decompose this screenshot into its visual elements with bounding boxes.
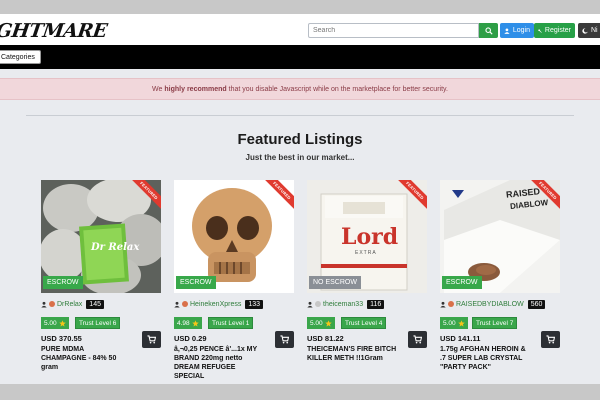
trust-level-badge: Trust Level 1 bbox=[208, 317, 254, 329]
moon-icon bbox=[582, 27, 588, 34]
night-label: Ni bbox=[591, 27, 598, 34]
status-dot bbox=[448, 301, 454, 307]
listing-price: USD 370.55 bbox=[41, 334, 82, 343]
star-icon bbox=[58, 319, 66, 327]
rating-value: 4.98 bbox=[177, 319, 190, 327]
listing-title[interactable]: 1.75g AFGHAN HEROIN & .7 SUPER LAB CRYST… bbox=[440, 345, 530, 372]
status-dot bbox=[315, 301, 321, 307]
search-icon bbox=[484, 26, 493, 35]
cart-icon bbox=[413, 335, 422, 344]
star-icon bbox=[457, 319, 465, 327]
trust-level-badge: Trust Level 6 bbox=[75, 317, 121, 329]
listing-card[interactable]: FEATURED ESCROW HeinekenXpress 133 4.98 … bbox=[174, 180, 294, 384]
vendor-sales-count: 116 bbox=[367, 299, 385, 309]
featured-subtitle: Just the best in our market... bbox=[245, 153, 355, 162]
listing-title[interactable]: â,¬0,25 PENCE â'...1x MY BRAND 220mg net… bbox=[174, 345, 264, 381]
vendor-name[interactable]: RAISEDBYDIABLOW bbox=[456, 301, 524, 308]
listing-price: USD 141.11 bbox=[440, 334, 481, 343]
user-icon bbox=[174, 301, 180, 307]
divider bbox=[26, 115, 574, 116]
alert-suffix: that you disable Javascript while on the… bbox=[228, 85, 448, 93]
vendor-info: RAISEDBYDIABLOW 560 bbox=[440, 297, 546, 311]
vendor-name[interactable]: DrRelax bbox=[57, 301, 82, 308]
search-button[interactable] bbox=[479, 23, 498, 38]
security-alert: We highly recommend that you disable Jav… bbox=[0, 78, 600, 100]
night-mode-button[interactable]: Ni bbox=[578, 23, 600, 38]
trust-level-badge: Trust Level 4 bbox=[341, 317, 387, 329]
search-input[interactable] bbox=[308, 23, 479, 38]
vendor-sales-count: 145 bbox=[86, 299, 104, 309]
vendor-info: theiceman33 116 bbox=[307, 297, 385, 311]
listing-title[interactable]: PURE MDMA CHAMPAGNE - 84% 50 gram bbox=[41, 345, 131, 372]
vendor-info: HeinekenXpress 133 bbox=[174, 297, 264, 311]
vendor-info: DrRelax 145 bbox=[41, 297, 104, 311]
listing-image[interactable]: RAISED DIABLOW FEATURED ESCROW bbox=[440, 180, 560, 293]
package-subbrand: EXTRA bbox=[355, 250, 377, 256]
categories-button[interactable]: Categories bbox=[0, 50, 41, 64]
cart-icon bbox=[546, 335, 555, 344]
vendor-sales-count: 133 bbox=[245, 299, 264, 309]
package-label: Dr Relax bbox=[91, 242, 140, 253]
listing-image[interactable]: FEATURED ESCROW bbox=[174, 180, 294, 293]
key-icon bbox=[538, 28, 542, 33]
rating-badge: 4.98 bbox=[174, 317, 202, 329]
listing-card[interactable]: Lord EXTRA FEATURED NO ESCROW theiceman3… bbox=[307, 180, 427, 384]
listing-card[interactable]: Dr Relax FEATURED ESCROW DrRelax 145 5.0… bbox=[41, 180, 161, 384]
add-to-cart-button[interactable] bbox=[541, 331, 560, 348]
listing-price: USD 0.29 bbox=[174, 334, 207, 343]
add-to-cart-button[interactable] bbox=[408, 331, 427, 348]
trust-level-badge: Trust Level 7 bbox=[472, 317, 518, 329]
listing-title[interactable]: THEICEMAN'S FIRE BITCH KILLER METH !!1Gr… bbox=[307, 345, 397, 363]
escrow-badge: ESCROW bbox=[442, 276, 482, 289]
listing-image[interactable]: Lord EXTRA FEATURED NO ESCROW bbox=[307, 180, 427, 293]
listing-card[interactable]: RAISED DIABLOW FEATURED ESCROW RAISEDBYD… bbox=[440, 180, 560, 384]
cart-icon bbox=[280, 335, 289, 344]
escrow-badge: ESCROW bbox=[43, 276, 83, 289]
listing-image[interactable]: Dr Relax FEATURED ESCROW bbox=[41, 180, 161, 293]
login-label: Login bbox=[512, 27, 530, 34]
listing-price: USD 81.22 bbox=[307, 334, 344, 343]
package-brand: Lord bbox=[341, 224, 399, 250]
user-icon bbox=[307, 301, 313, 307]
user-icon bbox=[440, 301, 446, 307]
rating-value: 5.00 bbox=[310, 319, 323, 327]
cart-icon bbox=[147, 335, 156, 344]
login-button[interactable]: Login bbox=[500, 23, 534, 38]
vendor-name[interactable]: HeinekenXpress bbox=[190, 301, 241, 308]
rating-badge: 5.00 bbox=[41, 317, 69, 329]
add-to-cart-button[interactable] bbox=[142, 331, 161, 348]
alert-strong: highly recommend bbox=[164, 85, 227, 93]
top-bar: GHTMARE Login Register Ni bbox=[0, 14, 600, 45]
add-to-cart-button[interactable] bbox=[275, 331, 294, 348]
user-icon bbox=[41, 301, 47, 307]
page: GHTMARE Login Register Ni Categories We … bbox=[0, 14, 600, 384]
vendor-name[interactable]: theiceman33 bbox=[323, 301, 363, 308]
rating-value: 5.00 bbox=[44, 319, 57, 327]
status-dot bbox=[49, 301, 55, 307]
rating-badge: 5.00 bbox=[440, 317, 468, 329]
status-dot bbox=[182, 301, 188, 307]
featured-title: Featured Listings bbox=[237, 131, 363, 148]
site-logo[interactable]: GHTMARE bbox=[0, 20, 108, 42]
star-icon bbox=[191, 319, 199, 327]
alert-prefix: We bbox=[152, 85, 163, 93]
vendor-sales-count: 560 bbox=[527, 299, 546, 309]
rating-badge: 5.00 bbox=[307, 317, 335, 329]
user-icon bbox=[504, 27, 510, 34]
rating-value: 5.00 bbox=[443, 319, 456, 327]
star-icon bbox=[324, 319, 332, 327]
nav-bar bbox=[0, 45, 600, 69]
register-button[interactable]: Register bbox=[534, 23, 575, 38]
register-label: Register bbox=[544, 27, 571, 34]
escrow-badge: NO ESCROW bbox=[309, 276, 361, 289]
escrow-badge: ESCROW bbox=[176, 276, 216, 289]
